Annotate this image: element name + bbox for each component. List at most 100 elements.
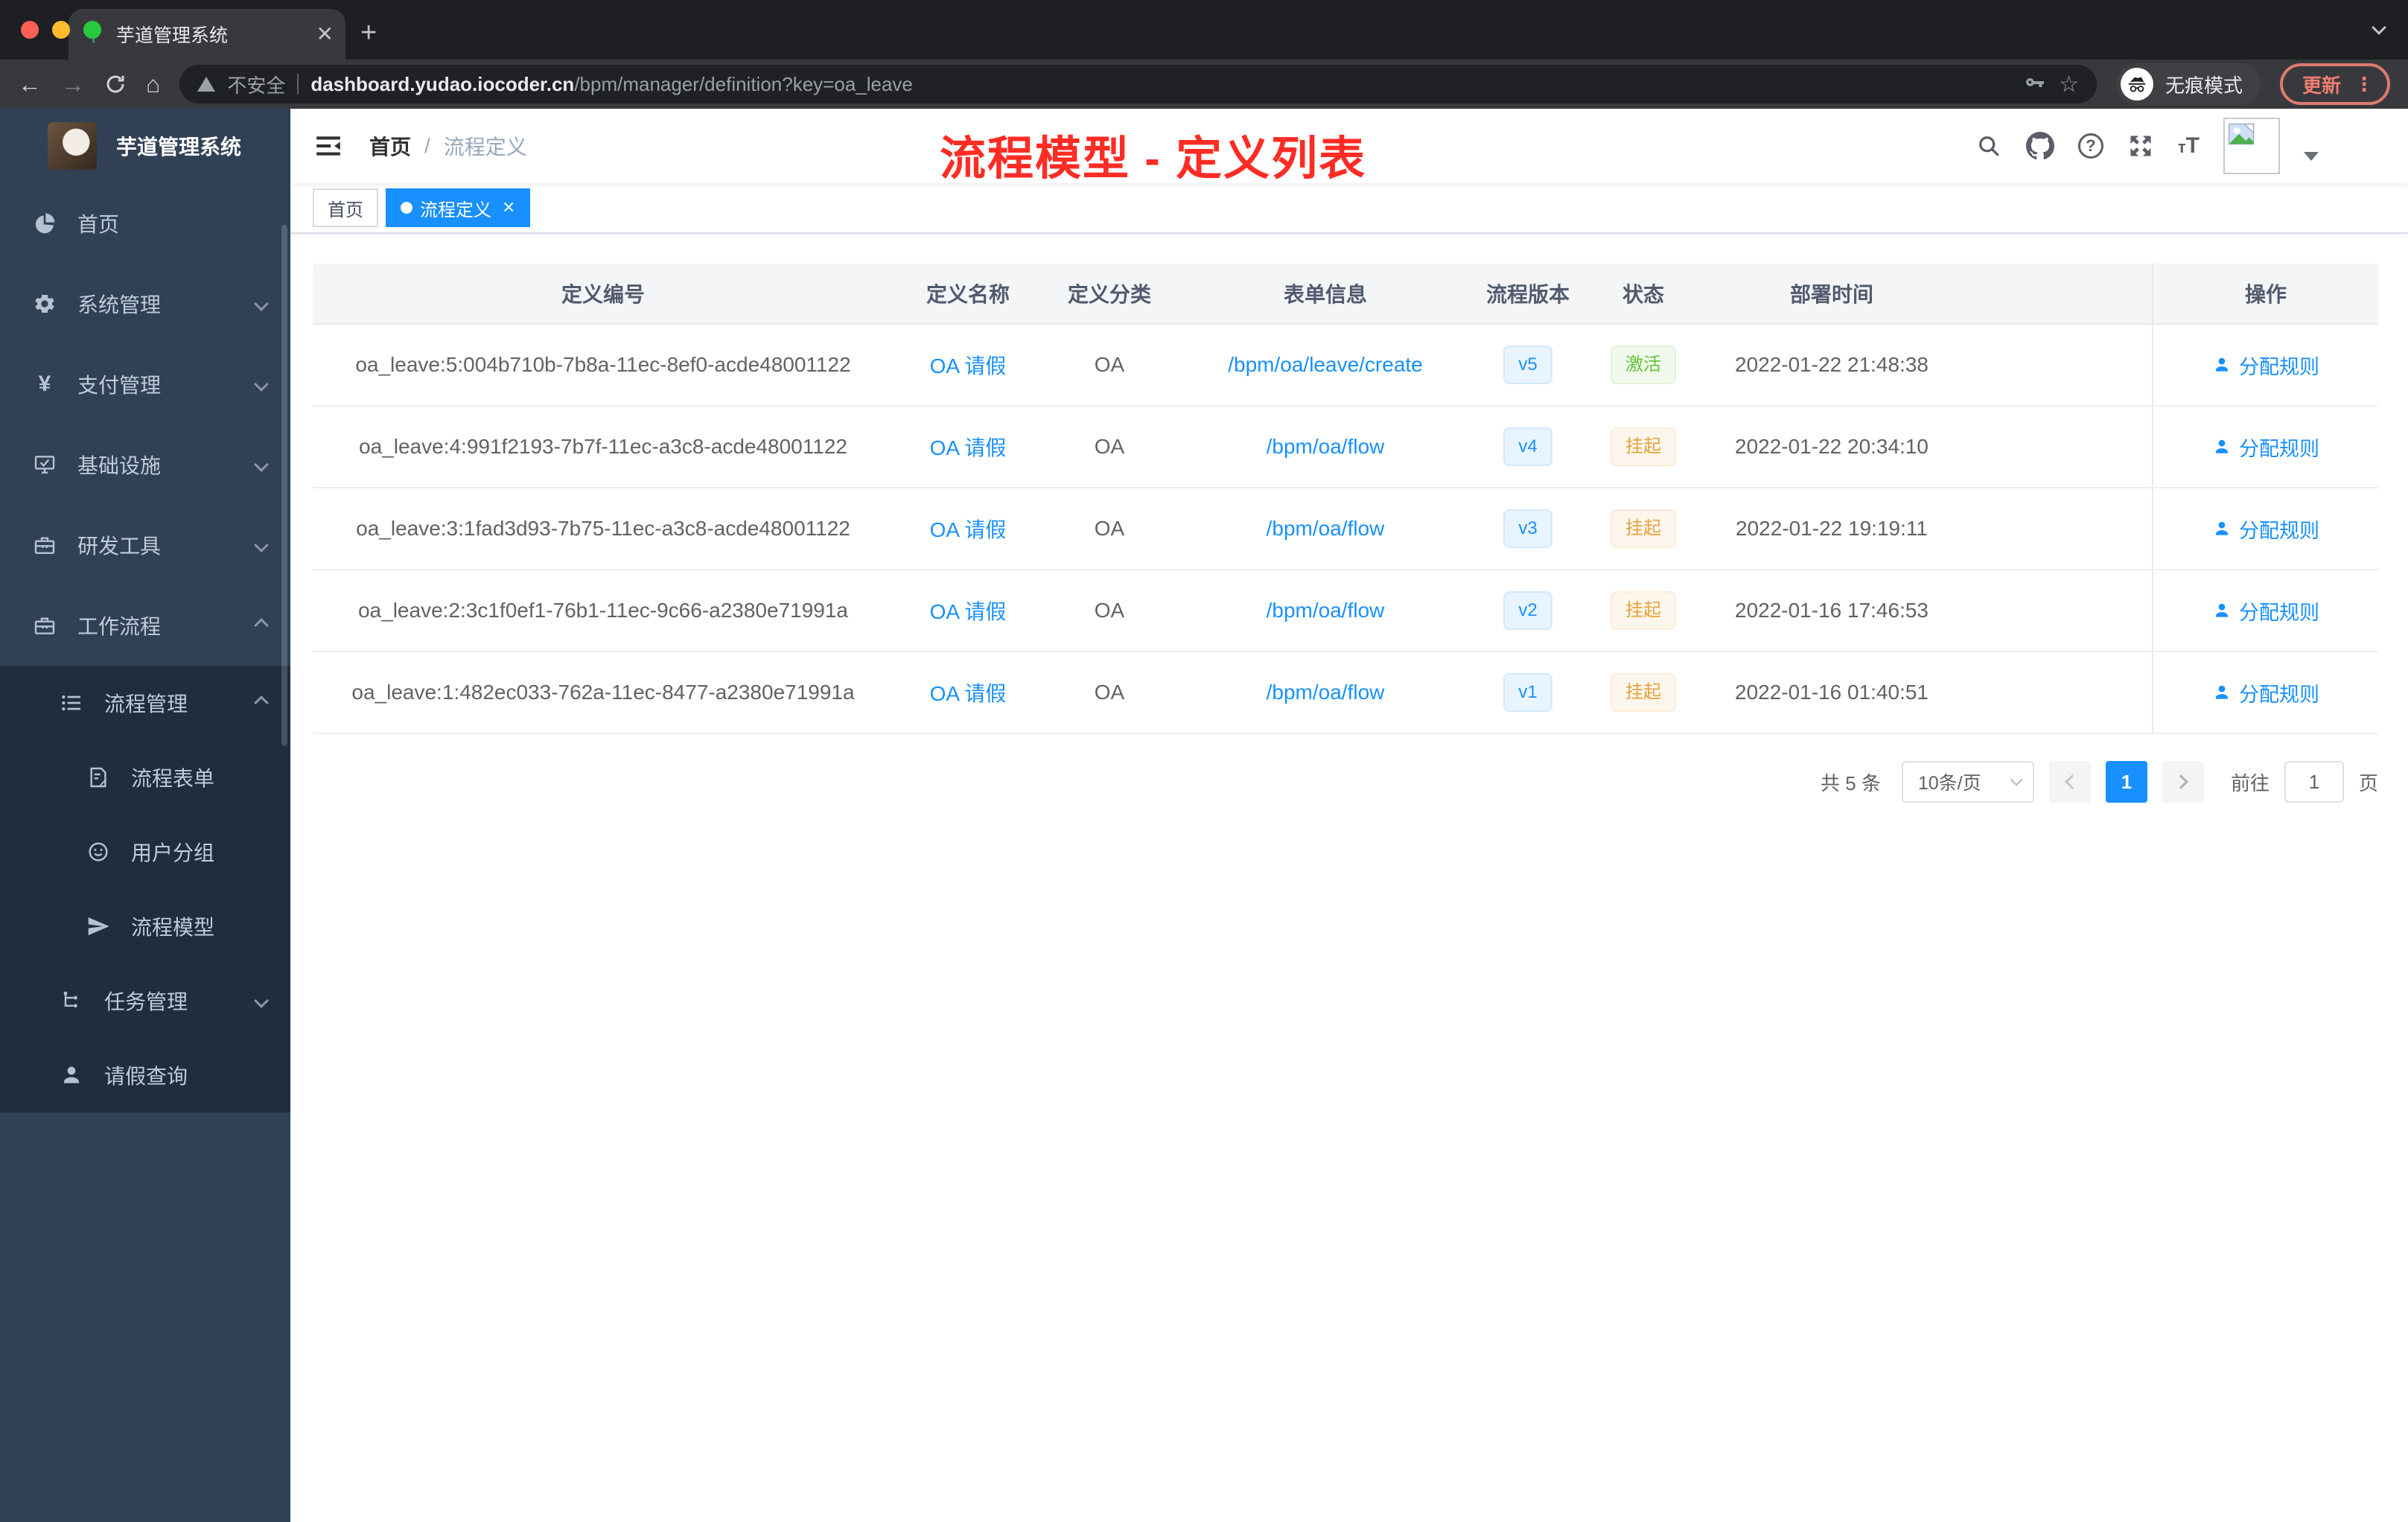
help-icon[interactable]: ? bbox=[2077, 133, 2103, 159]
definition-name-link[interactable]: OA 请假 bbox=[930, 678, 1007, 707]
version-badge: v3 bbox=[1503, 509, 1552, 548]
sidebar-item-process-form[interactable]: 流程表单 bbox=[0, 740, 290, 815]
tab-search-icon[interactable] bbox=[2372, 11, 2386, 39]
deploy-time: 2022-01-22 19:19:11 bbox=[1736, 517, 1928, 540]
breadcrumb: 首页 / 流程定义 bbox=[369, 131, 527, 161]
close-window-button[interactable] bbox=[21, 21, 39, 39]
definition-id: oa_leave:2:3c1f0ef1-76b1-11ec-9c66-a2380… bbox=[357, 599, 848, 622]
url-path: /bpm/manager/definition?key=oa_leave bbox=[574, 72, 913, 95]
gear-icon bbox=[33, 292, 57, 316]
url-bar[interactable]: 不安全 dashboard.yudao.iocoder.cn/bpm/manag… bbox=[179, 65, 2097, 104]
col-header-id: 定义编号 bbox=[561, 283, 645, 306]
incognito-label: 无痕模式 bbox=[2165, 74, 2243, 97]
page-size-value: 10条/页 bbox=[1917, 773, 1981, 794]
logo-image bbox=[48, 122, 97, 170]
assign-rule-label: 分配规则 bbox=[2239, 437, 2319, 460]
bookmark-star-icon[interactable]: ☆ bbox=[2059, 71, 2079, 98]
tag-home[interactable]: 首页 bbox=[313, 188, 378, 227]
sidebar-item-user-group[interactable]: 用户分组 bbox=[0, 815, 290, 889]
table-row: oa_leave:1:482ec033-762a-11ec-8477-a2380… bbox=[313, 652, 2378, 734]
form-link[interactable]: /bpm/oa/flow bbox=[1267, 435, 1385, 459]
deploy-time: 2022-01-22 20:34:10 bbox=[1735, 435, 1928, 458]
definition-name-link[interactable]: OA 请假 bbox=[930, 350, 1007, 380]
chevron-down-icon bbox=[254, 538, 269, 553]
github-icon[interactable] bbox=[2025, 132, 2054, 160]
next-page-button[interactable] bbox=[2162, 761, 2204, 803]
version-badge: v4 bbox=[1503, 427, 1552, 466]
assign-rule-button[interactable]: 分配规则 bbox=[2212, 351, 2319, 380]
sidebar-item-task-manage[interactable]: 任务管理 bbox=[0, 964, 290, 1038]
paper-plane-icon bbox=[86, 914, 110, 938]
goto-page-input[interactable] bbox=[2284, 761, 2344, 803]
definition-name-link[interactable]: OA 请假 bbox=[930, 514, 1007, 544]
definition-id: oa_leave:3:1fad3d93-7b75-11ec-a3c8-acde4… bbox=[356, 517, 850, 540]
form-link[interactable]: /bpm/oa/flow bbox=[1267, 681, 1385, 704]
font-size-icon[interactable]: тT bbox=[2178, 133, 2200, 159]
new-tab-button[interactable]: + bbox=[360, 17, 377, 49]
page-size-select[interactable]: 10条/页 bbox=[1901, 761, 2034, 803]
table-row: oa_leave:3:1fad3d93-7b75-11ec-a3c8-acde4… bbox=[313, 488, 2378, 570]
sidebar-item-process-manage[interactable]: 流程管理 bbox=[0, 666, 290, 740]
back-icon[interactable]: ← bbox=[18, 72, 42, 96]
sidebar-item-workflow[interactable]: 工作流程 bbox=[0, 585, 290, 666]
zoom-window-button[interactable] bbox=[83, 21, 101, 39]
url-text[interactable]: dashboard.yudao.iocoder.cn/bpm/manager/d… bbox=[310, 73, 913, 96]
version-badge: v1 bbox=[1503, 673, 1552, 712]
sidebar-item-label: 首页 bbox=[77, 213, 120, 236]
forward-icon[interactable]: → bbox=[61, 72, 85, 96]
user-icon bbox=[60, 1063, 83, 1087]
form-link[interactable]: /bpm/oa/flow bbox=[1267, 599, 1385, 623]
form-link[interactable]: /bpm/oa/flow bbox=[1267, 517, 1385, 541]
tab-close-icon[interactable]: ✕ bbox=[316, 24, 334, 45]
tag-process-definition[interactable]: 流程定义 ✕ bbox=[386, 188, 531, 227]
col-header-status: 状态 bbox=[1622, 283, 1664, 306]
form-link[interactable]: /bpm/oa/leave/create bbox=[1228, 353, 1423, 377]
chevron-down-icon bbox=[2010, 773, 2023, 786]
definition-category: OA bbox=[1094, 435, 1125, 458]
browser-menu-icon[interactable]: ⋮ bbox=[2354, 73, 2374, 96]
tag-label: 流程定义 bbox=[420, 200, 491, 220]
assign-rule-button[interactable]: 分配规则 bbox=[2212, 596, 2319, 625]
sidebar-item-devtools[interactable]: 研发工具 bbox=[0, 505, 290, 585]
home-icon[interactable]: ⌂ bbox=[146, 72, 160, 96]
sidebar-item-system[interactable]: 系统管理 bbox=[0, 264, 290, 344]
sidebar-scrollbar[interactable] bbox=[281, 225, 287, 746]
sidebar-logo[interactable]: 芋道管理系统 bbox=[0, 109, 290, 183]
browser-update-button[interactable]: 更新 ⋮ bbox=[2279, 63, 2390, 105]
assign-rule-label: 分配规则 bbox=[2239, 601, 2319, 624]
tag-close-icon[interactable]: ✕ bbox=[502, 198, 515, 217]
assign-rule-button[interactable]: 分配规则 bbox=[2212, 515, 2319, 544]
definition-name-link[interactable]: OA 请假 bbox=[930, 596, 1007, 625]
avatar[interactable] bbox=[2223, 118, 2280, 174]
sidebar-item-leave-query[interactable]: 请假查询 bbox=[0, 1038, 290, 1112]
tree-icon bbox=[60, 989, 83, 1013]
window-controls[interactable] bbox=[21, 21, 101, 39]
sidebar-item-process-model[interactable]: 流程模型 bbox=[0, 889, 290, 964]
assign-rule-button[interactable]: 分配规则 bbox=[2212, 433, 2319, 462]
assign-rule-button[interactable]: 分配规则 bbox=[2212, 678, 2319, 707]
browser-tab[interactable]: 芋道管理系统 ✕ bbox=[69, 9, 345, 60]
chevron-down-icon bbox=[254, 993, 269, 1008]
sidebar-item-payment[interactable]: ¥ 支付管理 bbox=[0, 344, 290, 424]
sidebar-item-infra[interactable]: 基础设施 bbox=[0, 424, 290, 505]
chevron-down-icon bbox=[254, 377, 269, 392]
definition-name-link[interactable]: OA 请假 bbox=[930, 432, 1007, 462]
prev-page-button[interactable] bbox=[2048, 761, 2091, 803]
definition-table: 定义编号 定义名称 定义分类 表单信息 流程版本 状态 部署时间 操作 oa_l… bbox=[313, 264, 2378, 734]
sidebar-item-home[interactable]: 首页 bbox=[0, 183, 290, 264]
incognito-badge: 无痕模式 bbox=[2115, 63, 2261, 105]
reload-icon[interactable] bbox=[104, 73, 127, 95]
pagination-total: 共 5 条 bbox=[1821, 771, 1881, 795]
collapse-sidebar-icon[interactable] bbox=[314, 132, 343, 160]
col-header-name: 定义名称 bbox=[926, 283, 1010, 306]
goto-label: 前往 bbox=[2230, 771, 2270, 795]
fullscreen-icon[interactable] bbox=[2127, 133, 2154, 159]
avatar-caret-icon[interactable] bbox=[2304, 152, 2319, 161]
password-key-icon[interactable] bbox=[2023, 72, 2047, 96]
minimize-window-button[interactable] bbox=[52, 21, 70, 39]
breadcrumb-home[interactable]: 首页 bbox=[369, 131, 411, 161]
search-icon[interactable] bbox=[1975, 133, 2002, 159]
url-divider bbox=[297, 74, 299, 95]
page-content: 定义编号 定义名称 定义分类 表单信息 流程版本 状态 部署时间 操作 oa_l… bbox=[290, 234, 2408, 1522]
current-page-button[interactable]: 1 bbox=[2105, 761, 2147, 803]
